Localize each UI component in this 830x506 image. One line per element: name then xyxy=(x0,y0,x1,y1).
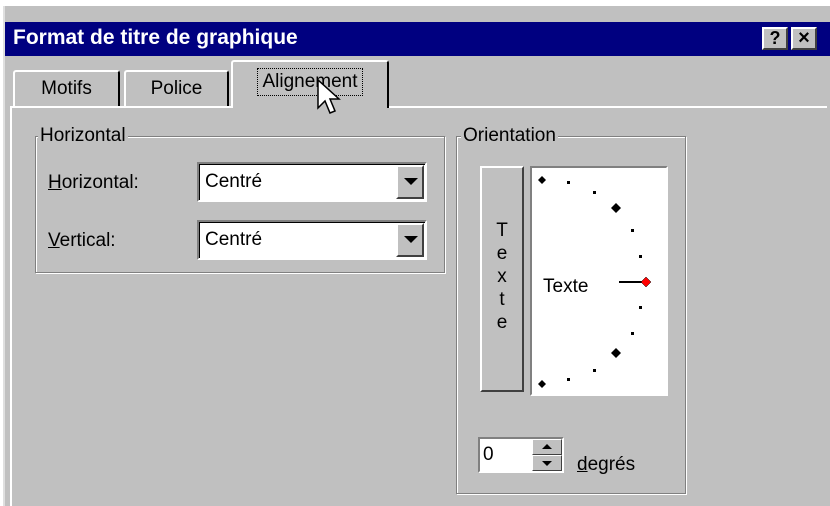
chevron-down-icon xyxy=(542,461,552,466)
horizontal-dropdown-button[interactable] xyxy=(396,165,424,199)
horizontal-label-accel: H xyxy=(48,172,62,193)
degrees-label-rest: egrés xyxy=(587,454,636,475)
dial-selected-marker xyxy=(640,276,652,288)
tab-alignement[interactable]: Alignement xyxy=(231,60,389,108)
dial-dot xyxy=(567,378,570,381)
help-button[interactable]: ? xyxy=(762,27,788,50)
chevron-up-icon xyxy=(542,444,552,449)
tab-police-label: Police xyxy=(150,78,203,99)
title-bar[interactable]: Format de titre de graphique ? × xyxy=(5,22,830,56)
tab-motifs-label: Motifs xyxy=(41,78,92,99)
alignment-group-title: Horizontal xyxy=(38,125,128,146)
vertical-text-button[interactable]: T e x t e xyxy=(480,166,524,392)
chevron-down-icon xyxy=(404,236,418,243)
vertical-label-accel: V xyxy=(48,230,60,251)
horizontal-label-rest: orizontal: xyxy=(61,172,139,193)
horizontal-select[interactable]: Centré xyxy=(197,162,427,202)
spinner-down-button[interactable] xyxy=(532,455,562,471)
dial-marker-minus45 xyxy=(611,348,621,358)
spinner-buttons xyxy=(532,439,562,471)
vertical-text-char: x xyxy=(497,266,507,287)
dial-dot xyxy=(567,181,570,184)
spinner-up-button[interactable] xyxy=(532,439,562,455)
dial-text-label: Texte xyxy=(543,276,589,297)
orientation-dial[interactable]: Texte xyxy=(530,166,668,396)
dial-dot xyxy=(631,229,634,232)
close-button[interactable]: × xyxy=(791,27,817,50)
degrees-label: degrés xyxy=(577,454,635,476)
vertical-label: Vertical: xyxy=(48,230,116,252)
dial-dot xyxy=(631,332,634,335)
vertical-text-char: e xyxy=(496,312,508,333)
vertical-dropdown-button[interactable] xyxy=(396,223,424,257)
window-title: Format de titre de graphique xyxy=(13,26,298,49)
dial-marker-45 xyxy=(611,203,621,213)
dial-marker-bottom xyxy=(538,380,546,388)
dial-dot xyxy=(593,191,596,194)
tab-alignement-label: Alignement xyxy=(257,68,363,96)
horizontal-select-value: Centré xyxy=(205,171,263,192)
vertical-text-char: e xyxy=(496,243,508,264)
vertical-label-rest: ertical: xyxy=(59,230,116,251)
degrees-spinner[interactable]: 0 xyxy=(478,437,564,473)
degrees-label-accel: d xyxy=(577,454,588,475)
degrees-value: 0 xyxy=(483,444,494,465)
mouse-cursor-icon xyxy=(317,78,341,114)
dial-dot xyxy=(639,255,642,258)
dial-dot xyxy=(593,369,596,372)
tab-motifs[interactable]: Motifs xyxy=(13,70,120,108)
horizontal-label: Horizontal: xyxy=(48,172,139,194)
dial-marker-top xyxy=(538,176,546,184)
vertical-text-char: t xyxy=(499,289,505,310)
tab-police[interactable]: Police xyxy=(124,70,229,108)
chevron-down-icon xyxy=(404,178,418,185)
vertical-select-value: Centré xyxy=(205,229,263,250)
dial-dot xyxy=(639,306,642,309)
orientation-group-title: Orientation xyxy=(461,125,558,146)
vertical-select[interactable]: Centré xyxy=(197,220,427,260)
vertical-text-char: T xyxy=(496,220,508,241)
